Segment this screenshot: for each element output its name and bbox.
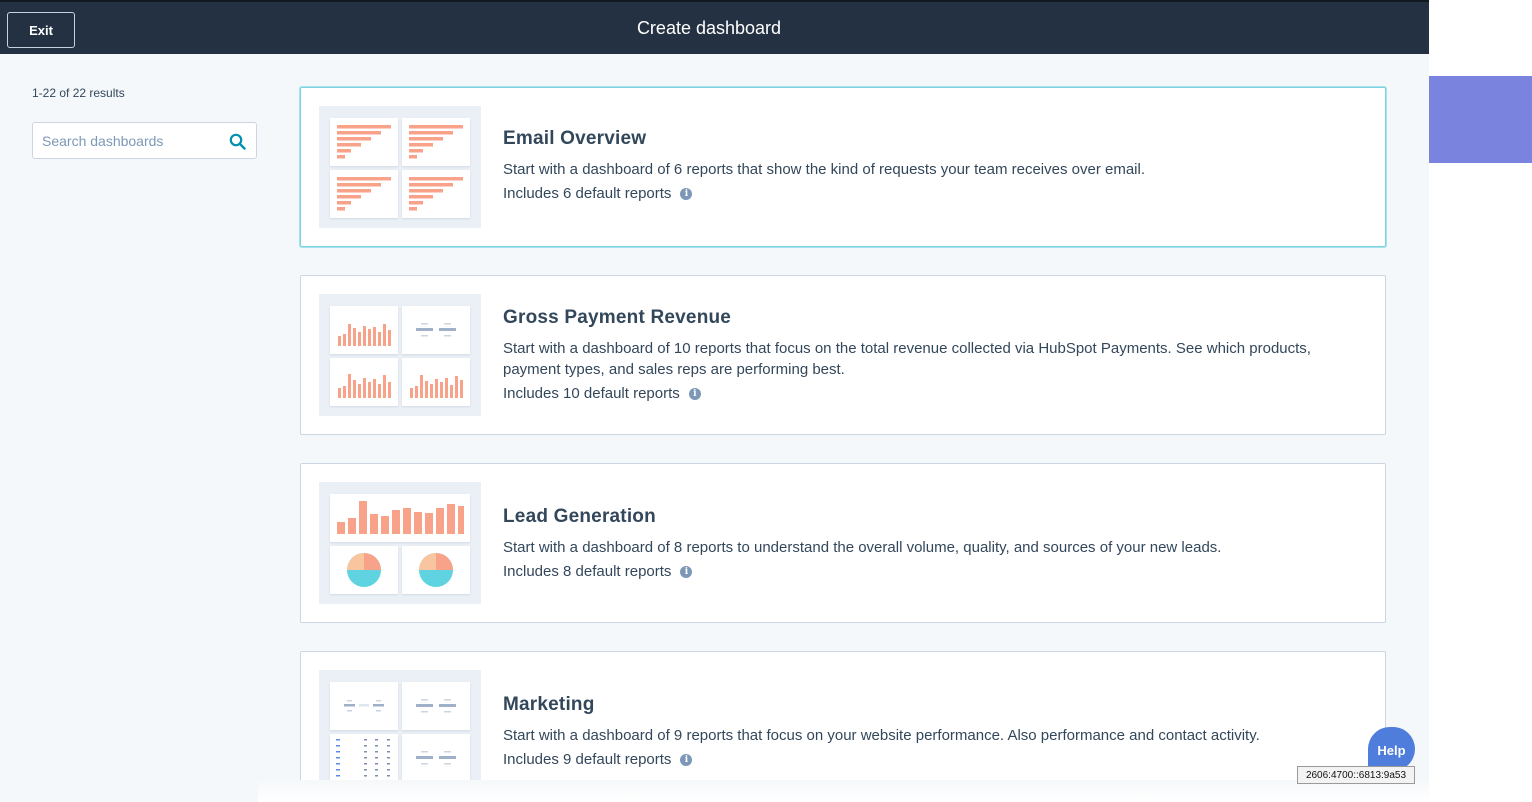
thumbnail-bar-chart <box>330 118 398 166</box>
thumbnail-kpi <box>402 682 470 730</box>
thumbnail-bar-chart <box>402 118 470 166</box>
thumbnail-column-chart <box>330 494 470 542</box>
thumbnail-pie-chart <box>330 546 398 594</box>
includes-label: Includes 6 default reports <box>503 185 672 202</box>
card-title: Lead Generation <box>503 506 656 527</box>
card-includes: Includes 8 default reports i <box>503 563 1363 580</box>
search-input[interactable] <box>33 123 218 158</box>
includes-label: Includes 9 default reports <box>503 751 672 768</box>
help-button[interactable]: Help <box>1368 727 1415 771</box>
info-icon[interactable]: i <box>680 565 693 578</box>
card-description: Start with a dashboard of 9 reports that… <box>503 727 1260 744</box>
card-thumbnail <box>319 294 481 416</box>
thumbnail-table <box>330 734 398 782</box>
card-text: Lead Generation Start with a dashboard o… <box>503 506 1363 580</box>
dashboard-card-email-overview[interactable]: Email Overview Start with a dashboard of… <box>300 87 1386 247</box>
card-thumbnail <box>319 482 481 604</box>
card-includes: Includes 6 default reports i <box>503 185 1363 202</box>
page-title: Create dashboard <box>636 17 782 38</box>
card-title: Gross Payment Revenue <box>503 307 732 328</box>
search-box <box>32 122 257 159</box>
top-bar: Exit Create dashboard <box>0 2 1429 54</box>
card-includes: Includes 9 default reports i <box>503 751 1363 768</box>
card-description: Start with a dashboard of 6 reports that… <box>503 161 1145 178</box>
thumbnail-kpi <box>330 682 398 730</box>
card-description: Start with a dashboard of 8 reports to u… <box>503 539 1222 556</box>
includes-label: Includes 8 default reports <box>503 563 672 580</box>
info-icon[interactable]: i <box>680 753 693 766</box>
card-title: Marketing <box>503 694 595 715</box>
thumbnail-column-chart <box>330 358 398 406</box>
app-window: Exit Create dashboard 1-22 of 22 results <box>0 0 1429 802</box>
includes-label: Includes 10 default reports <box>503 385 680 402</box>
search-icon[interactable] <box>229 133 246 150</box>
sidebar <box>0 54 258 802</box>
thumbnail-pie-chart <box>402 546 470 594</box>
thumbnail-kpi <box>402 734 470 782</box>
bottom-fade <box>258 780 1429 802</box>
card-text: Email Overview Start with a dashboard of… <box>503 128 1363 202</box>
card-includes: Includes 10 default reports i <box>503 385 1363 402</box>
card-thumbnail <box>319 670 481 792</box>
info-icon[interactable]: i <box>680 187 693 200</box>
info-icon[interactable]: i <box>688 387 701 400</box>
results-count: 1-22 of 22 results <box>32 86 125 100</box>
ip-address-tooltip: 2606:4700::6813:9a53 <box>1297 766 1415 784</box>
thumbnail-column-chart <box>402 358 470 406</box>
card-description: Start with a dashboard of 10 reports tha… <box>503 340 1311 378</box>
thumbnail-bar-chart <box>330 170 398 218</box>
dashboard-card-lead-generation[interactable]: Lead Generation Start with a dashboard o… <box>300 463 1386 623</box>
card-title: Email Overview <box>503 128 647 149</box>
card-text: Marketing Start with a dashboard of 9 re… <box>503 694 1363 768</box>
dashboard-template-list: Email Overview Start with a dashboard of… <box>258 54 1429 802</box>
side-panel-tab <box>1429 76 1532 163</box>
thumbnail-bar-chart <box>402 170 470 218</box>
thumbnail-column-chart <box>330 306 398 354</box>
card-text: Gross Payment Revenue Start with a dashb… <box>503 307 1363 402</box>
card-thumbnail <box>319 106 481 228</box>
dashboard-card-gross-payment-revenue[interactable]: Gross Payment Revenue Start with a dashb… <box>300 275 1386 435</box>
thumbnail-kpi <box>402 306 470 354</box>
